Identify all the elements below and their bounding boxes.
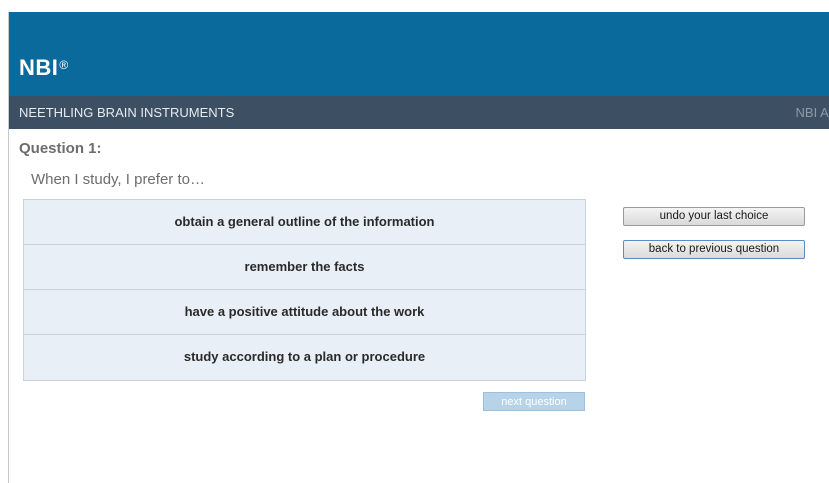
answer-option-3[interactable]: have a positive attitude about the work	[24, 290, 585, 335]
org-name: NEETHLING BRAIN INSTRUMENTS	[19, 105, 235, 120]
logo: NBI®	[19, 55, 69, 81]
back-to-previous-question-button[interactable]: back to previous question	[623, 240, 805, 259]
question-prompt: When I study, I prefer to…	[31, 171, 205, 188]
undo-last-choice-button[interactable]: undo your last choice	[623, 207, 805, 226]
next-question-button[interactable]: next question	[483, 392, 585, 411]
admin-link[interactable]: NBI Ad	[796, 105, 829, 120]
answer-option-2[interactable]: remember the facts	[24, 245, 585, 290]
logo-text: NBI	[19, 55, 59, 80]
answer-option-1[interactable]: obtain a general outline of the informat…	[24, 200, 585, 245]
app-frame: NBI® NEETHLING BRAIN INSTRUMENTS NBI Ad …	[8, 12, 829, 483]
header-banner: NBI®	[9, 12, 829, 96]
navbar: NEETHLING BRAIN INSTRUMENTS NBI Ad	[9, 96, 829, 129]
answer-list: obtain a general outline of the informat…	[23, 199, 586, 381]
answer-option-4[interactable]: study according to a plan or procedure	[24, 335, 585, 380]
registered-mark: ®	[59, 58, 69, 72]
question-title: Question 1:	[19, 140, 102, 157]
